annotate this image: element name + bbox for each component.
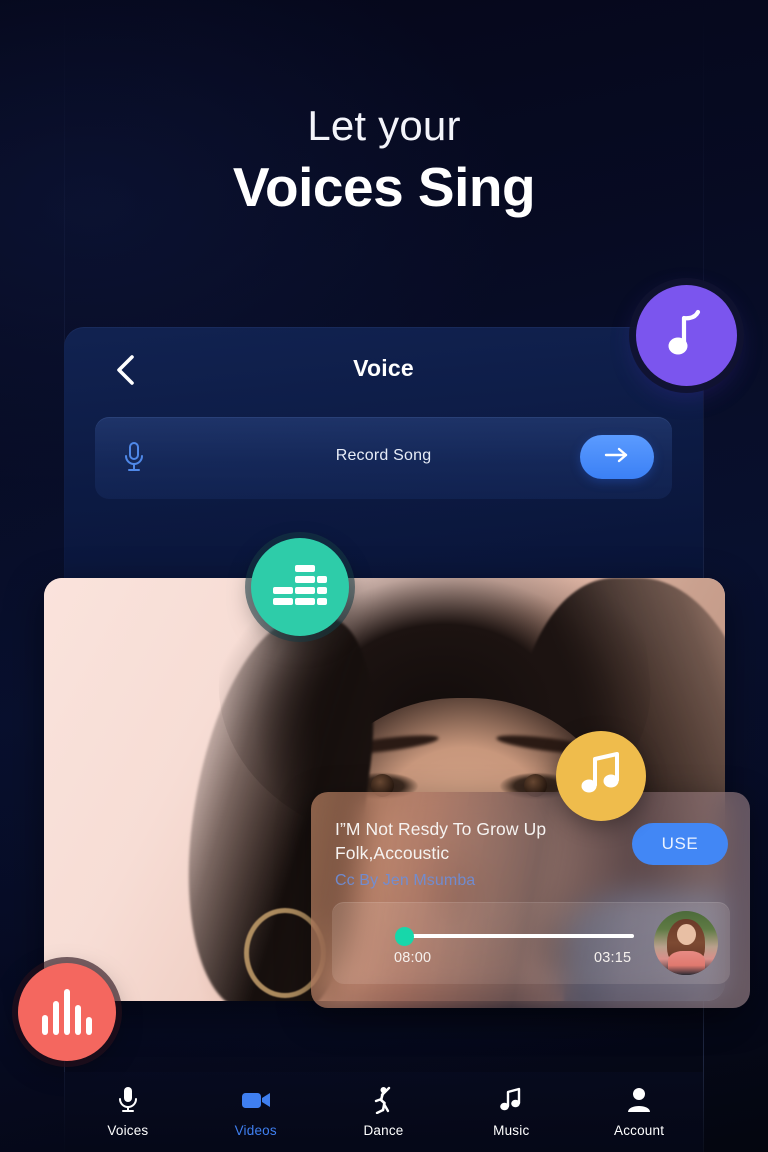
double-music-note-icon xyxy=(577,749,625,804)
avatar xyxy=(654,911,718,975)
total-time-label: 03:15 xyxy=(594,950,632,966)
nav-label-voices: Voices xyxy=(107,1123,149,1138)
current-time-label: 08:00 xyxy=(394,950,432,966)
music-note-icon xyxy=(665,307,709,364)
nav-item-account[interactable]: Account xyxy=(575,1072,703,1152)
voice-panel-title: Voice xyxy=(353,355,414,381)
nav-item-videos[interactable]: Videos xyxy=(192,1072,320,1152)
voice-panel-header: Voice xyxy=(64,327,703,417)
waveform-icon xyxy=(42,989,92,1035)
record-song-row[interactable]: Record Song xyxy=(95,417,672,499)
video-camera-icon xyxy=(241,1086,271,1114)
equalizer-icon xyxy=(273,565,327,609)
equalizer-badge[interactable] xyxy=(251,538,349,636)
microphone-icon xyxy=(118,1086,138,1114)
voice-screen-panel: Voice Record Song xyxy=(64,327,703,587)
progress-track[interactable] xyxy=(408,934,634,938)
headline-line-1: Let your xyxy=(307,102,461,149)
waveform-badge[interactable] xyxy=(18,963,116,1061)
person-icon xyxy=(627,1086,651,1114)
bottom-navigation-bar: Voices Videos Dance Music Account xyxy=(64,1072,703,1152)
use-song-button[interactable]: USE xyxy=(632,823,728,865)
nav-label-music: Music xyxy=(493,1123,530,1138)
progress-thumb[interactable] xyxy=(395,927,414,946)
nav-item-dance[interactable]: Dance xyxy=(320,1072,448,1152)
app-screenshot: Let your Voices Sing Voice Record Song I… xyxy=(0,0,768,1152)
song-title: I”M Not Resdy To Grow Up Folk,Accoustic xyxy=(335,819,547,864)
song-info-card: I”M Not Resdy To Grow Up Folk,Accoustic … xyxy=(311,792,750,1008)
avatar-face xyxy=(677,924,696,945)
nav-label-dance: Dance xyxy=(363,1123,404,1138)
music-note-icon xyxy=(499,1086,523,1114)
record-go-button[interactable] xyxy=(580,435,654,479)
arrow-right-icon xyxy=(603,446,631,469)
avatar-body xyxy=(668,951,705,975)
double-note-badge[interactable] xyxy=(556,731,646,821)
song-artist: Cc By Jen Msumba xyxy=(335,872,476,889)
dancer-icon xyxy=(372,1086,394,1114)
hero-headline: Let your Voices Sing xyxy=(0,102,768,219)
nav-label-account: Account xyxy=(613,1123,665,1138)
music-note-badge[interactable] xyxy=(636,285,737,386)
nav-label-videos: Videos xyxy=(234,1123,277,1138)
headline-line-2: Voices Sing xyxy=(232,155,536,218)
nav-item-music[interactable]: Music xyxy=(447,1072,575,1152)
nav-item-voices[interactable]: Voices xyxy=(64,1072,192,1152)
audio-player-strip: 08:00 03:15 xyxy=(332,902,730,984)
